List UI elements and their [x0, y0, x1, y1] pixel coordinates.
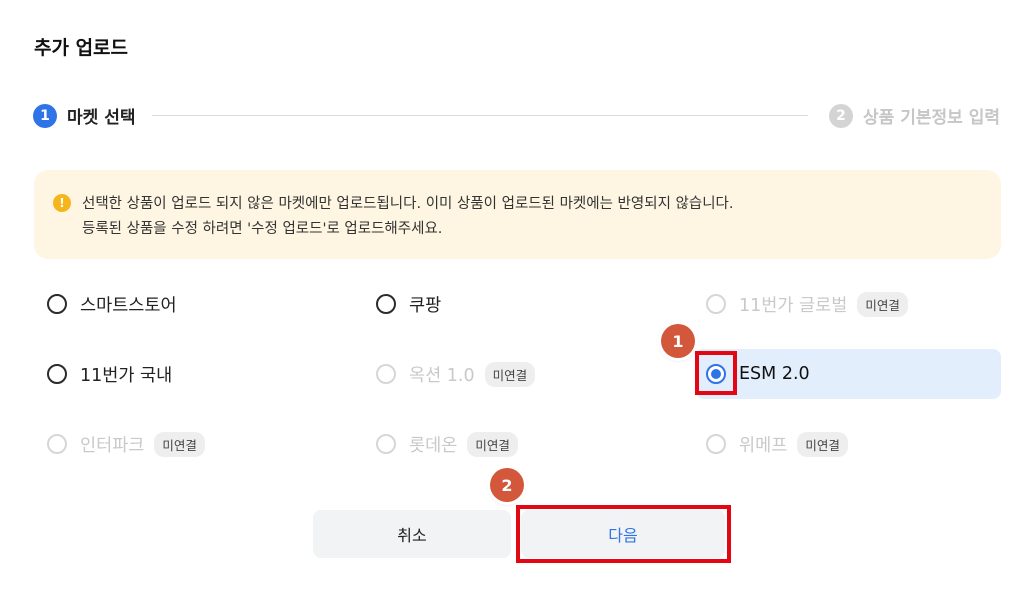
radio-button[interactable] [47, 294, 67, 314]
step-label: 상품 기본정보 입력 [863, 108, 1000, 128]
radio-button [47, 434, 67, 454]
market-label: 인터파크 [80, 435, 145, 456]
market-option-lotteon: 롯데온 미연결 [376, 420, 518, 468]
dialog-title: 추가 업로드 [34, 37, 129, 59]
market-option-auction: 옥션 1.0 미연결 [376, 350, 536, 398]
radio-button[interactable] [376, 294, 396, 314]
step-marker-1: 1 [661, 324, 695, 358]
notice-text: 등록된 상품을 수정 하려면 '수정 업로드'로 업로드해주세요. [82, 221, 443, 237]
market-option-wemakeprice: 위메프 미연결 [706, 420, 848, 468]
step-number: 1 [33, 103, 57, 128]
market-label: 11번가 국내 [80, 365, 173, 386]
next-button[interactable]: 다음 [521, 510, 725, 558]
market-label: 위메프 [739, 435, 788, 456]
step-divider [152, 115, 808, 116]
unconnected-badge: 미연결 [467, 431, 518, 457]
step-product-info: 2 상품 기본정보 입력 [829, 103, 1000, 128]
radio-button [376, 364, 396, 384]
market-label: 쿠팡 [409, 295, 442, 316]
step-label: 마켓 선택 [67, 108, 136, 128]
market-label: 11번가 글로벌 [739, 295, 848, 316]
radio-button [706, 434, 726, 454]
cancel-button[interactable]: 취소 [313, 510, 511, 558]
market-label: 롯데온 [409, 435, 458, 456]
market-option-coupang[interactable]: 쿠팡 [376, 280, 441, 328]
unconnected-badge: 미연결 [797, 431, 848, 457]
market-option-11st-global: 11번가 글로벌 미연결 [706, 280, 908, 328]
warning-icon: ! [53, 194, 71, 212]
notice-text: 선택한 상품이 업로드 되지 않은 마켓에만 업로드됩니다. 이미 상품이 업로… [82, 196, 734, 212]
unconnected-badge: 미연결 [484, 361, 536, 387]
market-label: 스마트스토어 [80, 295, 177, 316]
notice-box: ! 선택한 상품이 업로드 되지 않은 마켓에만 업로드됩니다. 이미 상품이 … [34, 170, 1001, 259]
market-option-interpark: 인터파크 미연결 [47, 420, 205, 468]
radio-button [376, 434, 396, 454]
radio-button-selected[interactable] [706, 364, 726, 384]
step-marker-2: 2 [490, 468, 524, 502]
market-option-11st-domestic[interactable]: 11번가 국내 [47, 350, 172, 398]
market-label: 옥션 1.0 [409, 365, 475, 386]
market-option-esm[interactable]: ESM 2.0 [696, 349, 1001, 399]
unconnected-badge: 미연결 [857, 291, 908, 317]
radio-button[interactable] [47, 364, 67, 384]
radio-button [706, 294, 726, 314]
market-option-smartstore[interactable]: 스마트스토어 [47, 280, 177, 328]
market-label: ESM 2.0 [739, 364, 810, 384]
unconnected-badge: 미연결 [154, 431, 205, 457]
step-number: 2 [829, 103, 854, 128]
step-market-select: 1 마켓 선택 [33, 103, 135, 128]
